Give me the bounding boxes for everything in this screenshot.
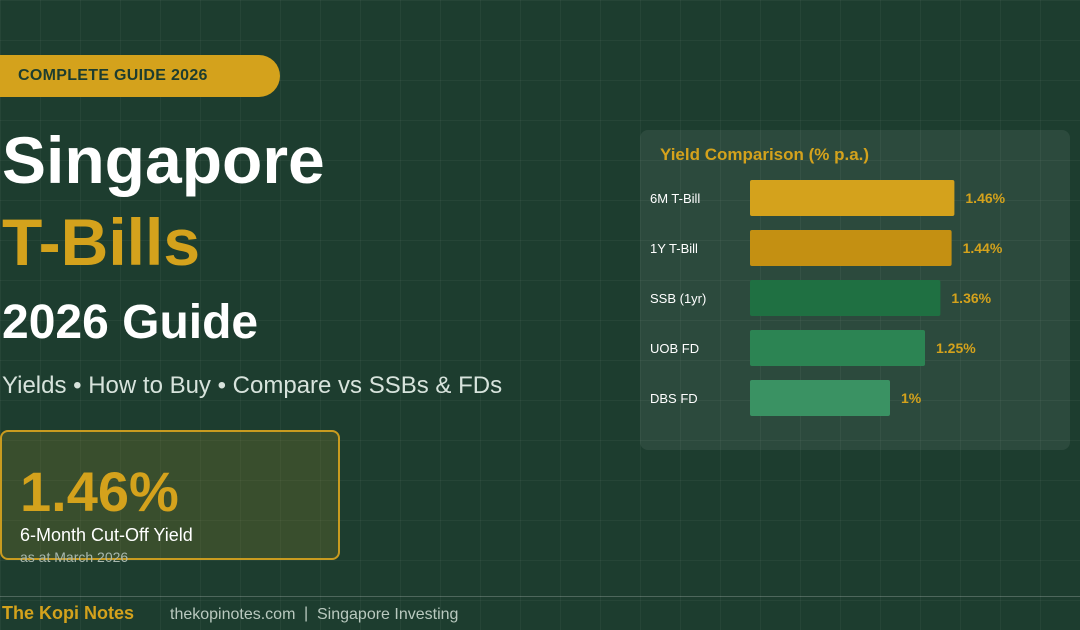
yield-stat-date: as at March 2026 (20, 549, 129, 565)
headline-line-2: T-Bills (2, 205, 201, 279)
bar (750, 330, 925, 366)
bar (750, 280, 941, 316)
yield-chart-panel: Yield Comparison (% p.a.) 6M T-Bill 1.46%… (640, 130, 1070, 450)
bar (750, 230, 952, 266)
headline-line-1: Singapore (2, 123, 325, 197)
bar-category-label: 6M T-Bill (650, 191, 700, 206)
footer-tagline: Singapore Investing (317, 606, 459, 623)
yield-stat-card: 1.46% 6-Month Cut-Off Yield as at March … (0, 430, 340, 565)
footer-site: thekopinotes.com (170, 606, 296, 623)
footer-divider (0, 596, 1080, 597)
yield-comparison-chart: Yield Comparison (% p.a.) 6M T-Bill 1.46%… (650, 145, 1006, 416)
bar-value-label: 1.46% (965, 190, 1005, 206)
headline-line-3: 2026 Guide (2, 296, 259, 349)
bar-value-label: 1.36% (951, 290, 991, 306)
guide-badge: COMPLETE GUIDE 2026 (0, 55, 280, 97)
yield-stat-value: 1.46% (20, 460, 179, 523)
yield-stat-label: 6-Month Cut-Off Yield (20, 525, 193, 545)
guide-badge-label: COMPLETE GUIDE 2026 (18, 67, 208, 84)
brand-name: The Kopi Notes (2, 603, 135, 623)
bar-category-label: 1Y T-Bill (650, 241, 698, 256)
bar (750, 180, 955, 216)
bar-category-label: SSB (1yr) (650, 291, 706, 306)
bar (750, 380, 890, 416)
bar-category-label: UOB FD (650, 341, 699, 356)
bar-value-label: 1.25% (936, 340, 976, 356)
footer-separator: | (304, 605, 309, 622)
bar-category-label: DBS FD (650, 391, 698, 406)
headline-subtitle: Yields • How to Buy • Compare vs SSBs & … (2, 372, 503, 399)
bar-value-label: 1.44% (963, 240, 1003, 256)
chart-title: Yield Comparison (% p.a.) (660, 145, 869, 164)
bar-value-label: 1% (901, 390, 922, 406)
chart-bars: 6M T-Bill 1.46% 1Y T-Bill 1.44% SSB (1yr) 1.3… (650, 180, 1006, 416)
